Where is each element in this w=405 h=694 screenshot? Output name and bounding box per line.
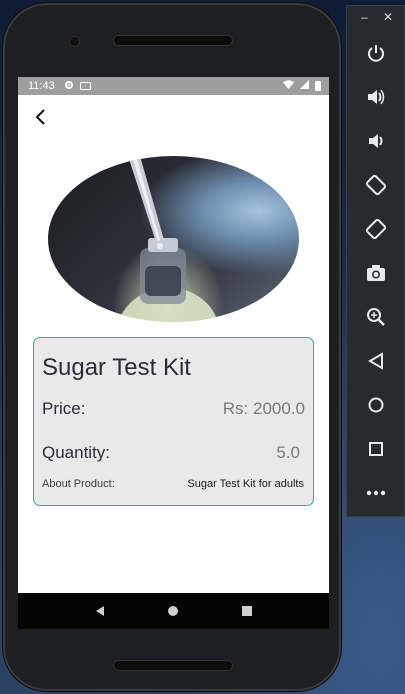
chevron-left-icon <box>35 109 45 125</box>
quantity-label: Quantity: <box>42 443 111 462</box>
product-name: Sugar Test Kit <box>42 354 191 381</box>
status-time: 11:43 <box>28 80 55 92</box>
nav-back-button[interactable] <box>88 599 112 623</box>
overview-square-icon <box>369 442 383 456</box>
price-value: Rs: 2000.0 <box>222 399 305 418</box>
back-button[interactable] <box>28 105 52 129</box>
zoom-button[interactable] <box>361 302 391 332</box>
quantity-value: 5.0 <box>276 443 300 462</box>
status-bar: 11:43 <box>18 77 329 95</box>
front-camera <box>70 37 79 46</box>
volume-up-icon <box>368 89 385 105</box>
emulator-phone-frame: 11:43 Sugar Test Kit Price: Rs: 2000.0 Q… <box>3 3 341 691</box>
nav-home-button[interactable] <box>161 599 185 623</box>
volume-down-button[interactable] <box>361 126 391 156</box>
wifi-icon <box>283 80 294 92</box>
earpiece-speaker <box>113 35 233 46</box>
triangle-back-icon <box>95 606 104 616</box>
home-circle-icon <box>368 397 384 413</box>
rotate-left-button[interactable] <box>361 170 391 200</box>
toolbar-window-controls: – ✕ <box>347 10 404 24</box>
bottom-speaker <box>113 660 233 671</box>
emulator-toolbar: – ✕ <box>346 5 405 517</box>
navigation-bar <box>18 593 329 629</box>
settings-icon <box>64 80 74 93</box>
square-overview-icon <box>242 606 253 616</box>
emulator-overview-button[interactable] <box>361 434 391 464</box>
power-button[interactable] <box>361 38 391 68</box>
minimize-button[interactable]: – <box>361 10 368 24</box>
screenshot-button[interactable] <box>361 258 391 288</box>
more-icon <box>366 490 386 496</box>
battery-icon <box>315 81 321 91</box>
back-triangle-icon <box>368 352 383 370</box>
rotate-right-icon <box>365 218 387 240</box>
price-label: Price: <box>42 399 86 418</box>
device-screen: 11:43 Sugar Test Kit Price: Rs: 2000.0 Q… <box>18 77 329 629</box>
signal-icon <box>300 80 309 92</box>
circle-home-icon <box>168 606 179 616</box>
camera-icon <box>367 265 385 281</box>
rotate-left-icon <box>365 174 387 196</box>
rotate-right-button[interactable] <box>361 214 391 244</box>
image-notification-icon <box>79 82 91 90</box>
emulator-home-button[interactable] <box>361 390 391 420</box>
zoom-icon <box>367 308 385 326</box>
product-details-card: Sugar Test Kit Price: Rs: 2000.0 Quantit… <box>33 337 314 506</box>
more-options-button[interactable] <box>361 478 391 508</box>
emulator-back-button[interactable] <box>361 346 391 376</box>
volume-up-button[interactable] <box>361 82 391 112</box>
about-product-value: Sugar Test Kit for adults <box>187 478 304 490</box>
volume-down-icon <box>369 134 383 148</box>
nav-overview-button[interactable] <box>235 599 259 623</box>
power-icon <box>368 45 384 62</box>
close-button[interactable]: ✕ <box>383 10 393 24</box>
about-product-label: About Product: <box>42 478 115 490</box>
product-image <box>48 156 299 322</box>
